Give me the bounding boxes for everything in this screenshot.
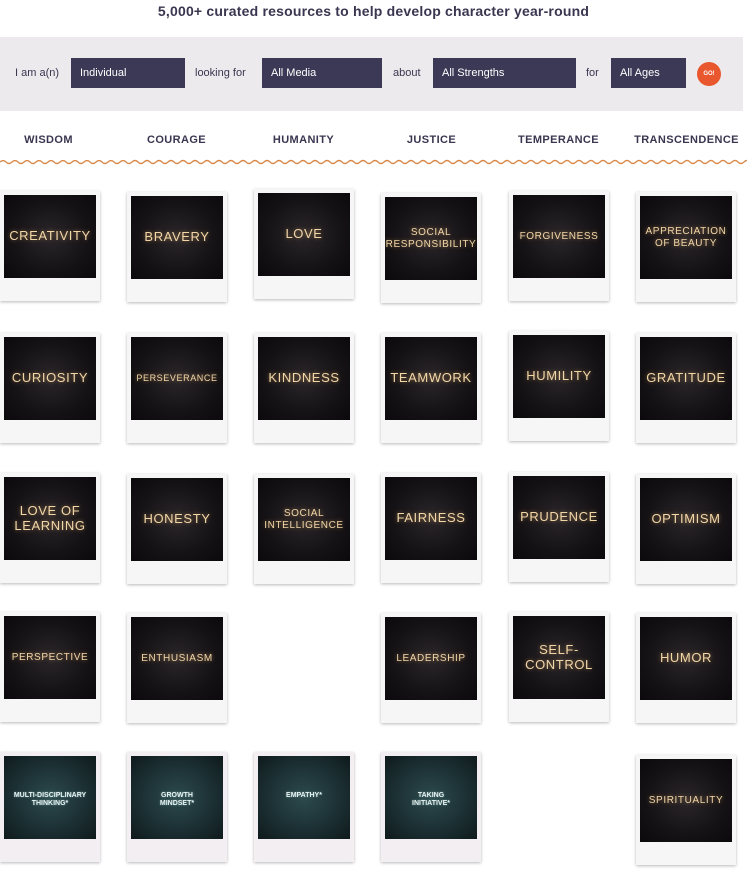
card-social-intelligence[interactable]: SOCIAL INTELLIGENCE	[254, 474, 354, 584]
card-label: LOVE	[285, 226, 323, 242]
card-label: MULTI-DISCIPLINARY THINKING*	[13, 792, 87, 808]
media-select[interactable]: All Media	[262, 58, 382, 88]
go-button[interactable]: GO!	[697, 62, 721, 86]
strength-select[interactable]: All Strengths	[433, 58, 576, 88]
card-label: KINDNESS	[268, 370, 340, 386]
column-header-transcendence[interactable]: TRANSCENDENCE	[624, 134, 747, 146]
card-humility[interactable]: HUMILITY	[509, 331, 609, 441]
card-bravery[interactable]: BRAVERY	[127, 192, 227, 302]
card-appreciation-of-beauty[interactable]: APPRECIATION OF BEAUTY	[636, 192, 736, 302]
card-love[interactable]: LOVE	[254, 189, 354, 299]
card-forgiveness[interactable]: FORGIVENESS	[509, 191, 609, 301]
card-label: PERSEVERANCE	[136, 373, 218, 384]
card-creativity[interactable]: CREATIVITY	[0, 191, 100, 301]
column-header-temperance[interactable]: TEMPERANCE	[496, 134, 621, 146]
i-am-label: I am a(n)	[15, 67, 60, 79]
card-perspective[interactable]: PERSPECTIVE	[0, 612, 100, 722]
column-header-wisdom[interactable]: WISDOM	[0, 134, 111, 146]
card-label: CURIOSITY	[11, 370, 89, 386]
card-label: LEADERSHIP	[396, 652, 466, 664]
card-label: HUMILITY	[526, 368, 592, 384]
card-label: TAKING INITIATIVE*	[412, 792, 450, 808]
card-label: FORGIVENESS	[519, 230, 599, 242]
card-label: CREATIVITY	[9, 228, 91, 244]
card-honesty[interactable]: HONESTY	[127, 474, 227, 584]
card-humor[interactable]: HUMOR	[636, 613, 736, 723]
card-label: PERSPECTIVE	[11, 651, 89, 663]
looking-for-label: looking for	[195, 67, 246, 79]
card-love-of-learning[interactable]: LOVE OF LEARNING	[0, 473, 100, 583]
card-kindness[interactable]: KINDNESS	[254, 333, 354, 443]
age-select[interactable]: All Ages	[611, 58, 686, 88]
card-label: SOCIAL RESPONSIBILITY	[385, 227, 477, 250]
column-header-courage[interactable]: COURAGE	[114, 134, 239, 146]
card-self-control[interactable]: SELF- CONTROL	[509, 612, 609, 722]
card-label: PRUDENCE	[520, 509, 598, 525]
card-label: HONESTY	[143, 511, 211, 527]
card-label: EMPATHY*	[286, 792, 322, 799]
card-label: APPRECIATION OF BEAUTY	[645, 226, 727, 249]
about-label: about	[393, 67, 421, 79]
card-label: HUMOR	[659, 650, 713, 666]
card-label: SOCIAL INTELLIGENCE	[264, 508, 344, 531]
card-social-responsibility[interactable]: SOCIAL RESPONSIBILITY	[381, 193, 481, 303]
card-label: OPTIMISM	[651, 511, 721, 527]
card-multi-disciplinary-thinking[interactable]: MULTI-DISCIPLINARY THINKING*	[0, 752, 100, 862]
card-spirituality[interactable]: SPIRITUALITY	[636, 755, 736, 865]
card-gratitude[interactable]: GRATITUDE	[636, 333, 736, 443]
card-label: GROWTH MINDSET*	[159, 792, 195, 808]
for-label: for	[586, 67, 599, 79]
card-label: TEAMWORK	[390, 370, 472, 386]
filter-bar: I am a(n) Individual looking for All Med…	[0, 37, 743, 111]
card-label: FAIRNESS	[396, 510, 466, 526]
card-prudence[interactable]: PRUDENCE	[509, 472, 609, 582]
card-label: LOVE OF LEARNING	[14, 502, 86, 533]
audience-select[interactable]: Individual	[71, 58, 185, 88]
page-headline: 5,000+ curated resources to help develop…	[157, 3, 590, 19]
column-header-justice[interactable]: JUSTICE	[369, 134, 494, 146]
card-label: SELF- CONTROL	[525, 641, 593, 672]
card-growth-mindset[interactable]: GROWTH MINDSET*	[127, 752, 227, 862]
column-header-humanity[interactable]: HUMANITY	[241, 134, 366, 146]
card-curiosity[interactable]: CURIOSITY	[0, 333, 100, 443]
wavy-divider	[0, 159, 747, 165]
card-taking-initiative[interactable]: TAKING INITIATIVE*	[381, 752, 481, 862]
card-label: SPIRITUALITY	[648, 794, 724, 806]
card-enthusiasm[interactable]: ENTHUSIASM	[127, 613, 227, 723]
card-perseverance[interactable]: PERSEVERANCE	[127, 333, 227, 443]
card-teamwork[interactable]: TEAMWORK	[381, 333, 481, 443]
card-label: BRAVERY	[144, 229, 210, 245]
card-optimism[interactable]: OPTIMISM	[636, 474, 736, 584]
card-label: ENTHUSIASM	[141, 652, 213, 664]
card-fairness[interactable]: FAIRNESS	[381, 473, 481, 583]
card-empathy[interactable]: EMPATHY*	[254, 752, 354, 862]
card-label: GRATITUDE	[646, 370, 726, 386]
card-leadership[interactable]: LEADERSHIP	[381, 613, 481, 723]
